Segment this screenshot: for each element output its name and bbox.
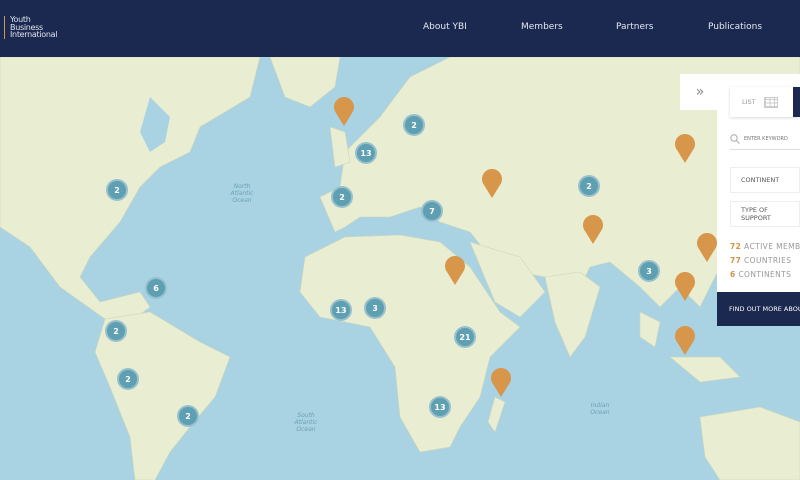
stat-countries: 77 COUNTRIES (730, 256, 792, 265)
stat-members: 72 ACTIVE MEMBERS (730, 242, 800, 251)
map-pin-icon[interactable] (582, 215, 604, 245)
cluster-marker[interactable]: 2 (105, 320, 127, 342)
land-layer (0, 57, 800, 480)
keyword-input[interactable] (744, 135, 799, 142)
nav-partners[interactable]: Partners (616, 22, 653, 32)
cluster-marker[interactable]: 2 (177, 405, 199, 427)
nav-about[interactable]: About YBI (423, 22, 467, 32)
cluster-marker[interactable]: 21 (454, 326, 476, 348)
find-out-more-button[interactable]: FIND OUT MORE ABOUT (717, 292, 800, 326)
support-type-select[interactable]: TYPE OF SUPPORT (730, 201, 800, 227)
continent-select[interactable]: CONTINENT (730, 167, 800, 193)
map-pin-icon[interactable] (674, 272, 696, 302)
cluster-marker[interactable]: 2 (578, 175, 600, 197)
map-pin-icon[interactable] (444, 256, 466, 286)
cluster-marker[interactable]: 2 (331, 186, 353, 208)
collapse-panel-button[interactable]: » (680, 74, 720, 110)
logo-line: International (10, 30, 58, 39)
search-icon (730, 133, 740, 144)
cluster-marker[interactable]: 3 (364, 297, 386, 319)
map-pin-icon[interactable] (490, 368, 512, 398)
grid-icon[interactable] (763, 96, 778, 108)
ocean-label: South Atlantic Ocean (294, 412, 318, 433)
site-header: Youth Business International About YBI M… (0, 0, 800, 57)
cluster-marker[interactable]: 2 (106, 179, 128, 201)
list-view-button[interactable]: LIST (742, 98, 756, 106)
keyword-search (730, 128, 800, 150)
ocean-label: Indian Ocean (590, 402, 610, 416)
map-pin-icon[interactable] (674, 134, 696, 164)
double-chevron-right-icon: » (695, 84, 705, 100)
nav-publications[interactable]: Publications (708, 22, 762, 32)
cluster-marker[interactable]: 13 (355, 142, 377, 164)
map-pin-icon[interactable] (696, 233, 718, 263)
stats-summary: 72 ACTIVE MEMBERS 77 COUNTRIES 6 CONTINE… (730, 240, 800, 282)
ybi-logo[interactable]: Youth Business International (4, 16, 57, 39)
cluster-marker[interactable]: 13 (429, 396, 451, 418)
cluster-marker[interactable]: 3 (638, 260, 660, 282)
view-toggle: LIST (730, 87, 800, 117)
nav-members[interactable]: Members (521, 22, 563, 32)
cluster-marker[interactable]: 7 (421, 200, 443, 222)
ocean-label: North Atlantic Ocean (230, 183, 254, 204)
stat-continents: 6 CONTINENTS (730, 270, 792, 279)
cluster-marker[interactable]: 2 (403, 114, 425, 136)
map-pin-icon[interactable] (333, 97, 355, 127)
cluster-marker[interactable]: 2 (117, 368, 139, 390)
map-pin-icon[interactable] (481, 169, 503, 199)
cluster-marker[interactable]: 6 (145, 277, 167, 299)
world-map[interactable]: North Atlantic Ocean South Atlantic Ocea… (0, 57, 800, 480)
cluster-marker[interactable]: 13 (330, 299, 352, 321)
map-pin-icon[interactable] (674, 326, 696, 356)
map-view-button[interactable] (793, 87, 800, 117)
